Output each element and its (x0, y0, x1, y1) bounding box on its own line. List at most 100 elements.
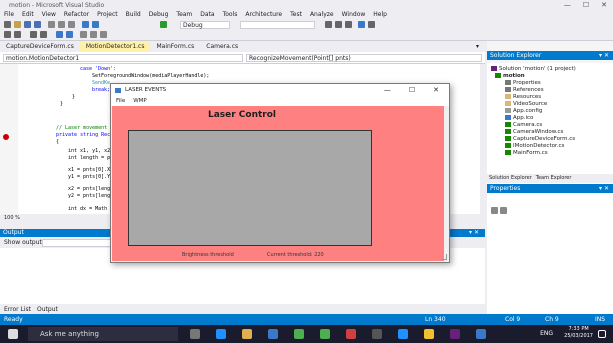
format-icon[interactable] (14, 31, 21, 38)
tree-item[interactable]: App.ico (505, 115, 533, 122)
outdent-icon[interactable] (40, 31, 47, 38)
menu-edit[interactable]: Edit (22, 10, 34, 19)
menu-build[interactable]: Build (126, 10, 141, 19)
bookmark-clear-icon[interactable] (100, 31, 107, 38)
tab-capturedeviceform[interactable]: CaptureDeviceForm.cs (0, 41, 80, 52)
ie-icon[interactable] (398, 329, 408, 339)
menu-help[interactable]: Help (373, 10, 387, 19)
store-icon[interactable] (268, 329, 278, 339)
pin-icon[interactable]: ▾ ✕ (469, 229, 479, 237)
dialog-maximize-button[interactable]: ☐ (409, 84, 415, 97)
menu-analyze[interactable]: Analyze (310, 10, 334, 19)
file-explorer-icon[interactable] (242, 329, 252, 339)
tree-item[interactable]: CameraWindow.cs (505, 129, 563, 136)
uncomment-lines-icon[interactable] (66, 31, 73, 38)
tab-camera[interactable]: Camera.cs (200, 41, 244, 52)
comment-icon[interactable] (345, 21, 352, 28)
taskbar-clock[interactable]: 7:33 PM 25/03/2017 (564, 326, 593, 340)
save-all-icon[interactable] (34, 21, 41, 28)
solution-tree[interactable]: Solution 'motion' (1 project) motion Pro… (487, 63, 613, 188)
member-select[interactable]: RecognizeMovement(Point[] pnts) (246, 54, 482, 62)
windows-start-icon[interactable] (8, 329, 18, 339)
categorized-icon[interactable] (491, 207, 498, 214)
copy-icon[interactable] (58, 21, 65, 28)
platform-select[interactable] (240, 21, 315, 29)
comment-lines-icon[interactable] (56, 31, 63, 38)
indent-icon[interactable] (30, 31, 37, 38)
app-icon[interactable] (294, 329, 304, 339)
task-view-icon[interactable] (190, 329, 200, 339)
properties-grid[interactable] (487, 193, 613, 314)
bookmark-next-icon[interactable] (90, 31, 97, 38)
tab-solution-explorer[interactable]: Solution Explorer (489, 174, 532, 183)
menu-project[interactable]: Project (97, 10, 118, 19)
tree-item[interactable]: MainForm.cs (505, 150, 548, 157)
edge-icon[interactable] (216, 329, 226, 339)
tree-item[interactable]: Camera.cs (505, 122, 542, 129)
cut-icon[interactable] (48, 21, 55, 28)
notification-icon[interactable] (598, 330, 606, 338)
app-icon[interactable] (372, 329, 382, 339)
menu-architecture[interactable]: Architecture (245, 10, 282, 19)
tree-item[interactable]: motion (495, 73, 525, 80)
menu-file[interactable]: File (4, 10, 14, 19)
dialog-minimize-button[interactable]: — (384, 84, 391, 97)
tree-item[interactable]: IMotionDetector.cs (505, 143, 564, 150)
tab-team-explorer[interactable]: Team Explorer (536, 174, 572, 183)
menu-refactor[interactable]: Refactor (64, 10, 89, 19)
window-title: motion - Microsoft Visual Studio (9, 2, 105, 9)
tree-item[interactable]: References (505, 87, 544, 94)
taskbar-search[interactable]: Ask me anything (28, 327, 178, 341)
tab-motiondetector1[interactable]: MotionDetector1.cs (79, 41, 151, 52)
paste-icon[interactable] (68, 21, 75, 28)
tree-item[interactable]: VideoSource (505, 101, 547, 108)
resize-grip-icon[interactable] (441, 254, 447, 260)
solution-config-select[interactable]: Debug (180, 21, 230, 29)
save-icon[interactable] (24, 21, 31, 28)
camera-view[interactable] (128, 130, 372, 246)
chrome-icon[interactable] (424, 329, 434, 339)
minimize-button[interactable]: — (564, 1, 571, 9)
visual-studio-icon[interactable] (450, 329, 460, 339)
app-icon[interactable] (476, 329, 486, 339)
tree-item[interactable]: Resources (505, 94, 541, 101)
align-icon[interactable] (4, 31, 11, 38)
pin-icon[interactable]: ▾ ✕ (599, 51, 609, 60)
alphabetical-icon[interactable] (500, 207, 507, 214)
menu-window[interactable]: Window (342, 10, 366, 19)
maximize-button[interactable]: ☐ (583, 1, 589, 9)
find-icon[interactable] (325, 21, 332, 28)
app-icon[interactable] (346, 329, 356, 339)
menu-data[interactable]: Data (200, 10, 214, 19)
dialog-close-button[interactable]: ✕ (433, 84, 439, 97)
start-debug-icon[interactable] (160, 21, 167, 28)
menu-tools[interactable]: Tools (223, 10, 238, 19)
close-button[interactable]: ✕ (601, 1, 607, 9)
bookmark-icon[interactable] (335, 21, 342, 28)
tree-item[interactable]: Properties (505, 80, 541, 87)
app-icon[interactable] (320, 329, 330, 339)
menu-test[interactable]: Test (290, 10, 302, 19)
menu-team[interactable]: Team (176, 10, 192, 19)
dialog-menu-file[interactable]: File (116, 97, 125, 106)
redo-icon[interactable] (92, 21, 99, 28)
editor-gutter[interactable] (0, 64, 18, 214)
tree-item[interactable]: CaptureDeviceForm.cs (505, 136, 575, 143)
menu-view[interactable]: View (42, 10, 56, 19)
pin-icon[interactable]: ▾ ✕ (599, 184, 609, 193)
tab-dropdown-icon[interactable]: ▾ (476, 43, 479, 50)
window-layout-icon[interactable] (358, 21, 365, 28)
menu-debug[interactable]: Debug (149, 10, 169, 19)
tray-lang[interactable]: ENG (540, 330, 553, 337)
class-select[interactable]: motion.MotionDetector1 (3, 54, 243, 62)
breakpoint-icon[interactable] (3, 134, 9, 140)
bookmark-prev-icon[interactable] (80, 31, 87, 38)
open-folder-icon[interactable] (14, 21, 21, 28)
tree-item[interactable]: Solution 'motion' (1 project) (491, 66, 576, 73)
toolbar-options-icon[interactable] (368, 21, 375, 28)
undo-icon[interactable] (82, 21, 89, 28)
tab-mainform[interactable]: MainForm.cs (150, 41, 200, 52)
tree-item[interactable]: App.config (505, 108, 542, 115)
dialog-menu-wmp[interactable]: WMP (133, 97, 147, 106)
new-project-icon[interactable] (4, 21, 11, 28)
